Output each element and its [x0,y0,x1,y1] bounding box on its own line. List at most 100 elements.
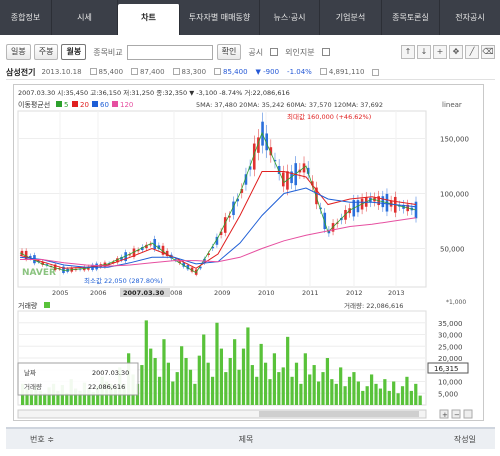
tab-investor[interactable]: 투자자별 매매동향 [180,0,260,35]
tab-analysis[interactable]: 기업분석 [320,0,382,35]
volume-bar [237,369,241,405]
tooltip-date-label: 날짜 [24,368,36,377]
crosshair-icon[interactable]: + [433,45,447,59]
volume-bar [352,372,356,405]
tooltip-vol-label: 거래량 [24,382,42,391]
tab-summary[interactable]: 종합정보 [0,0,52,35]
scrollbar-thumb[interactable] [259,411,419,417]
volume-title: 거래량 [18,301,38,310]
draw-icon[interactable]: ╱ [465,45,479,59]
day-button[interactable]: 일봉 [6,44,31,60]
volume-bar [140,365,144,405]
x-tick-label: 2009 [214,289,231,297]
x-tick-label: 2006 [90,289,107,297]
volume-bar [330,379,334,405]
volume-bar [405,376,409,405]
volume-bar [400,386,405,405]
zoom-out-icon[interactable]: ↓ [417,45,431,59]
ma60-label: 60 [100,101,109,109]
volume-bar [224,372,228,405]
volume-bar [303,353,307,405]
low-icon [172,68,180,75]
volume-tick-label: 5,000 [438,390,458,398]
tab-forum[interactable]: 종목토론실 [382,0,440,35]
volume-bar [219,348,224,405]
volume-bar [286,336,290,405]
price-tick-label: 100,000 [440,191,469,199]
volume-bar [414,383,418,405]
volume-bar [281,367,285,405]
price-tick-label: 150,000 [440,136,469,144]
volume-bar [206,362,210,405]
compare-input[interactable] [126,44,213,60]
volume-bar [233,339,237,405]
min-label: 최소값 22,050 (287.80%) [84,276,163,285]
volume-bar [316,381,321,405]
volume-bar [396,393,400,405]
x-tick-label: 2011 [302,289,319,297]
ma5-swatch [56,101,62,107]
volume-bar [166,362,170,405]
disclosure-checkbox[interactable] [270,48,279,56]
open-icon [89,68,97,75]
max-label: 최대값 160,000 (+46.62%) [287,112,371,121]
volume-bar [290,376,294,405]
volume-bar [268,379,272,405]
tab-quote[interactable]: 시세 [52,0,118,35]
top-nav: 종합정보 시세 차트 투자자별 매매동향 뉴스·공시 기업분석 종목토론실 전자… [0,0,500,35]
scale-label: linear [442,101,462,109]
tab-news[interactable]: 뉴스·공시 [260,0,320,35]
zoom-reset-button[interactable] [463,409,473,419]
volume-bar [418,395,422,405]
tab-e-disclosure[interactable]: 전자공시 [440,0,500,35]
confirm-button[interactable]: 확인 [216,44,242,60]
volume-bar [339,367,343,405]
volume-bar [259,343,263,405]
price-chart-svg: 2007.03.30 시:35,450 고:36,150 저:31,250 종:… [17,88,473,419]
volume-bar [153,358,157,405]
month-button[interactable]: 월봉 [61,44,87,60]
volume-bar [308,374,312,405]
volume-bar [197,355,201,405]
chart-toolbar: 일봉 주봉 월봉 종목비교 확인 공시 외인지분 ↑ ↓ + ✥ ╱ ⌫ [6,43,495,61]
trade-date: 2013.10.18 [41,68,82,76]
week-button[interactable]: 주봉 [33,44,59,60]
volume-bar [387,390,391,405]
volume-bar [369,374,374,405]
close-icon [214,68,222,75]
ma20-swatch [72,101,78,107]
volume-bar [144,320,148,405]
volume-bar [374,383,378,405]
volume-bar [321,372,325,405]
volume-bar [171,381,175,405]
volume-bar [356,381,360,405]
ma60-swatch [92,101,98,107]
col-title: 제목 [238,434,254,444]
tab-chart[interactable]: 차트 [118,4,180,35]
volume-bar [241,348,246,405]
volume-bar [409,390,413,405]
disclosure-label: 공시 [248,47,264,57]
ma5-label: 5 [64,101,68,109]
pan-icon[interactable]: ✥ [449,45,463,59]
high-icon [131,68,139,75]
erase-icon[interactable]: ⌫ [481,45,495,59]
volume-bar [215,322,219,405]
volume-bar [392,381,396,405]
volume-tick-label: 10,000 [438,379,463,387]
col-number[interactable]: 번호 ≑ [6,434,126,445]
price-change-pct: -1.04% [287,68,312,76]
foreign-checkbox[interactable] [321,48,330,56]
minus-icon: − [454,411,460,419]
volume-bar [250,365,254,405]
extra-checkbox[interactable] [372,68,380,76]
cursor-date: 2007.03.30 [123,289,165,297]
ma-title: 이동평균선 [18,100,50,109]
candle-body [323,212,327,230]
volume-bar [188,369,193,405]
chart-area[interactable]: 2007.03.30 시:35,450 고:36,150 저:31,250 종:… [13,84,484,421]
price-change: ▼ -900 [255,68,280,76]
volume: 4,891,110 [319,68,364,76]
volume-bar [334,383,338,405]
zoom-in-icon[interactable]: ↑ [401,45,415,59]
